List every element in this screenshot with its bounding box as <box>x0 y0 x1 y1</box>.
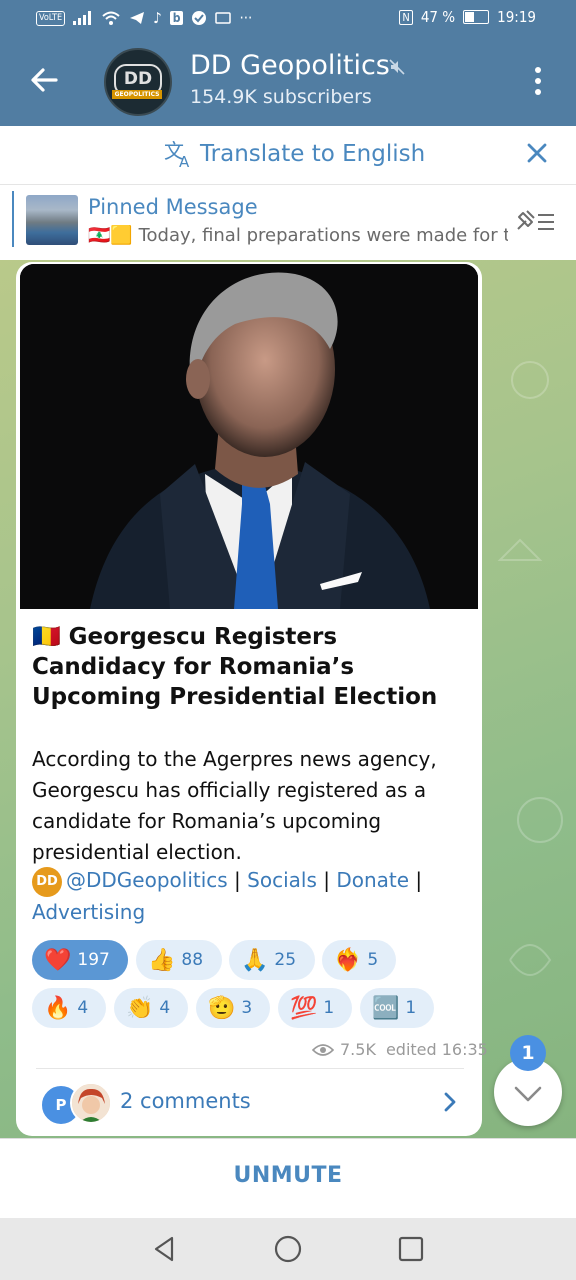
reaction-count: 197 <box>77 950 110 970</box>
link-separator: | <box>227 868 248 892</box>
edited-time: edited 16:35 <box>385 1040 488 1059</box>
reaction-count: 1 <box>323 998 335 1018</box>
clock: 19:19 <box>497 8 536 26</box>
channel-avatar[interactable]: DD GEOPOLITICS <box>104 48 172 116</box>
reaction-cool[interactable]: 🆒 1 <box>360 988 434 1028</box>
pinned-thumbnail <box>26 195 78 245</box>
wifi-icon <box>102 11 120 25</box>
translate-bar[interactable]: 文 A Translate to English <box>0 126 576 185</box>
muted-icon <box>389 59 405 75</box>
handle-link[interactable]: @DDGeopolitics <box>66 868 228 892</box>
volte-indicator: VoLTE <box>36 10 66 26</box>
link-separator: | <box>316 868 337 892</box>
message-meta: 7.5K edited 16:35 <box>312 1040 488 1059</box>
pinned-indicator <box>12 191 14 247</box>
reaction-count: 4 <box>159 998 171 1018</box>
message-photo[interactable] <box>20 264 478 609</box>
bottom-bar: UNMUTE <box>0 1138 576 1219</box>
channel-badge: DD <box>32 866 62 897</box>
reaction-count: 3 <box>241 998 253 1018</box>
message-headline: 🇷🇴 Georgescu Registers Candidacy for Rom… <box>32 622 472 712</box>
signal-icon <box>73 11 92 25</box>
reaction-count: 88 <box>181 950 204 970</box>
socials-link[interactable]: Socials <box>247 868 317 892</box>
channel-title[interactable]: DD Geopolitics <box>190 50 390 81</box>
nav-home-icon[interactable] <box>273 1234 303 1264</box>
reaction-count: 5 <box>367 950 379 970</box>
pinned-flags: 🇱🇧🟨 <box>88 225 133 246</box>
heart-icon: ❤️ <box>44 947 72 973</box>
romania-flag: 🇷🇴 <box>32 624 61 650</box>
reaction-heart-on-fire[interactable]: ❤️‍🔥 5 <box>322 940 396 980</box>
message-links: DD @DDGeopolitics | Socials | Donate | Adv… <box>32 865 472 928</box>
message-body: According to the Agerpres news agency, G… <box>32 747 437 864</box>
hundred-icon: 💯 <box>290 995 318 1021</box>
reaction-heart[interactable]: ❤️ 197 <box>32 940 128 980</box>
thumbs-up-icon: 👍 <box>148 947 176 973</box>
donate-link[interactable]: Donate <box>336 868 409 892</box>
nav-recents-icon[interactable] <box>396 1234 426 1264</box>
reaction-hundred[interactable]: 💯 1 <box>278 988 352 1028</box>
advertising-link[interactable]: Advertising <box>32 900 145 924</box>
heart-on-fire-icon: ❤️‍🔥 <box>334 947 362 973</box>
comments-divider <box>36 1068 464 1069</box>
subscriber-count: 154.9K subscribers <box>190 86 372 108</box>
reaction-salute[interactable]: 🫡 3 <box>196 988 270 1028</box>
unread-badge: 1 <box>510 1035 546 1071</box>
pinned-text: Today, final preparations were made for … <box>138 225 508 246</box>
nav-back-icon[interactable] <box>150 1234 180 1264</box>
pinned-list-icon[interactable] <box>514 207 558 237</box>
clap-icon: 👏 <box>126 995 154 1021</box>
battery-percent: 47 % <box>420 8 456 26</box>
pinned-message-bar[interactable]: Pinned Message 🇱🇧🟨 Today, final preparat… <box>0 185 576 260</box>
svg-text:A: A <box>179 153 190 168</box>
battery-icon <box>463 10 490 24</box>
nfc-icon: N <box>399 9 413 25</box>
bing-notif-icon: b <box>169 11 184 25</box>
comments-button[interactable]: 2 comments <box>120 1089 251 1113</box>
reaction-count: 25 <box>274 950 297 970</box>
reaction-count: 1 <box>405 998 417 1018</box>
pinned-preview: 🇱🇧🟨 Today, final preparations were made … <box>88 225 508 246</box>
status-bar: VoLTE ♪ b ··· N 47 % 19:19 <box>0 0 576 36</box>
salute-icon: 🫡 <box>208 995 236 1021</box>
avatar-logo-band: GEOPOLITICS <box>112 90 162 99</box>
system-nav-bar <box>0 1218 576 1280</box>
more-notifications: ··· <box>239 9 253 27</box>
back-arrow-icon[interactable] <box>26 62 62 98</box>
link-separator: | <box>409 868 423 892</box>
screen-notif-icon <box>215 12 232 24</box>
reaction-count: 4 <box>77 998 89 1018</box>
check-notif-icon <box>192 11 207 25</box>
eye-icon <box>312 1043 334 1056</box>
fire-icon: 🔥 <box>44 995 72 1021</box>
headline-text: Georgescu Registers Candidacy for Romani… <box>32 624 438 710</box>
reaction-pray[interactable]: 🙏 25 <box>229 940 315 980</box>
reaction-fire[interactable]: 🔥 4 <box>32 988 106 1028</box>
translate-icon: 文 A <box>164 139 194 171</box>
translate-button[interactable]: Translate to English <box>200 141 425 167</box>
more-menu-icon[interactable] <box>530 66 546 96</box>
view-count: 7.5K <box>340 1040 376 1059</box>
telegram-notif-icon <box>130 12 145 24</box>
chat-header: DD GEOPOLITICS DD Geopolitics 154.9K sub… <box>0 36 576 126</box>
tiktok-notif-icon: ♪ <box>153 9 162 27</box>
cool-icon: 🆒 <box>372 995 400 1021</box>
chevron-right-icon[interactable] <box>440 1090 460 1114</box>
reaction-clap[interactable]: 👏 4 <box>114 988 188 1028</box>
commenter-avatar <box>70 1082 112 1124</box>
close-icon[interactable] <box>524 140 550 166</box>
reaction-thumbs-up[interactable]: 👍 88 <box>136 940 222 980</box>
pinned-title: Pinned Message <box>88 195 258 219</box>
pray-icon: 🙏 <box>241 947 269 973</box>
unmute-button[interactable]: UNMUTE <box>0 1163 576 1188</box>
